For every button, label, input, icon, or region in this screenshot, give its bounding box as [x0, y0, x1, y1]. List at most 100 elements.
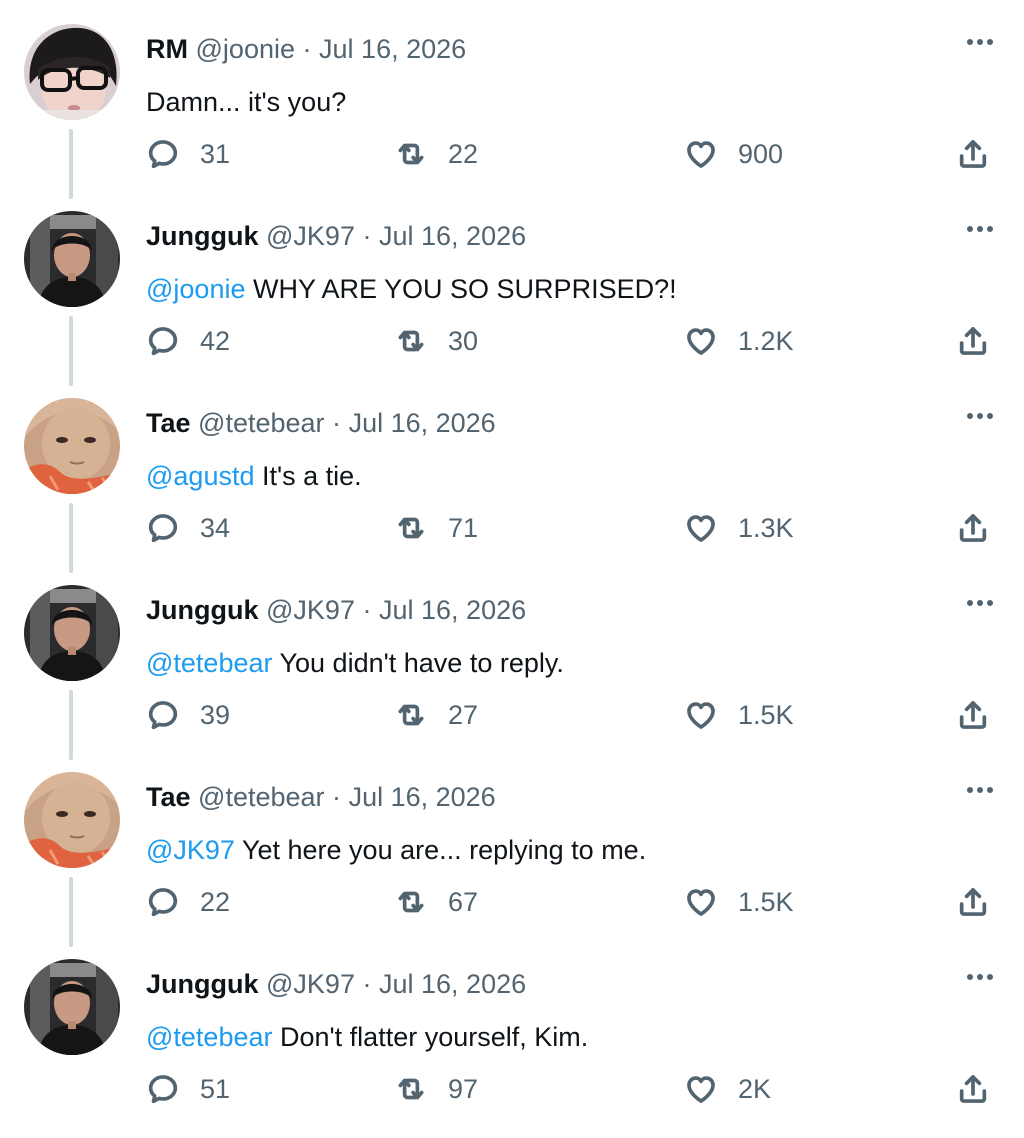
share-button[interactable] — [956, 510, 990, 546]
retweet-count: 22 — [448, 139, 479, 169]
like-button[interactable]: 2K — [684, 1071, 771, 1107]
tweet-actions: 51 97 2K — [146, 1059, 1006, 1119]
tweet[interactable]: Tae @tetebear · Jul 16, 2026 @agustd It'… — [0, 374, 1024, 573]
reply-count: 22 — [200, 887, 231, 917]
tweet-date[interactable]: Jul 16, 2026 — [379, 221, 526, 251]
user-handle[interactable]: @JK97 — [266, 595, 355, 625]
share-button[interactable] — [956, 323, 990, 359]
separator-dot: · — [362, 595, 372, 625]
tweet-body-text: It's a tie. — [254, 461, 362, 491]
mention-link[interactable]: @tetebear — [146, 648, 272, 678]
user-handle[interactable]: @joonie — [196, 34, 295, 64]
tweet-text: @tetebear You didn't have to reply. — [146, 645, 564, 681]
display-name[interactable]: Tae — [146, 782, 191, 812]
mention-link[interactable]: @tetebear — [146, 1022, 272, 1052]
tweet-date[interactable]: Jul 16, 2026 — [349, 782, 496, 812]
share-button[interactable] — [956, 1071, 990, 1107]
tweet-body-text: Yet here you are... replying to me. — [234, 835, 647, 865]
avatar[interactable] — [24, 585, 120, 681]
tweet[interactable]: Jungguk @JK97 · Jul 16, 2026 @tetebear D… — [0, 935, 1024, 1122]
user-handle[interactable]: @JK97 — [266, 969, 355, 999]
avatar[interactable] — [24, 398, 120, 494]
tweet-header: Tae @tetebear · Jul 16, 2026 — [146, 406, 496, 440]
mention-link[interactable]: @JK97 — [146, 835, 235, 865]
more-horizontal-icon[interactable] — [962, 589, 998, 617]
more-horizontal-icon[interactable] — [962, 963, 998, 991]
heart-icon — [684, 1072, 718, 1106]
heart-icon — [684, 511, 718, 545]
tweet-text: @tetebear Don't flatter yourself, Kim. — [146, 1019, 588, 1055]
reply-button[interactable]: 51 — [146, 1071, 230, 1107]
more-horizontal-icon[interactable] — [962, 402, 998, 430]
retweet-button[interactable]: 22 — [394, 136, 478, 172]
retweet-button[interactable]: 27 — [394, 697, 478, 733]
more-horizontal-icon[interactable] — [962, 215, 998, 243]
reply-button[interactable]: 39 — [146, 697, 230, 733]
share-upload-icon — [956, 137, 990, 171]
user-handle[interactable]: @JK97 — [266, 221, 355, 251]
display-name[interactable]: Tae — [146, 408, 191, 438]
reply-button[interactable]: 42 — [146, 323, 230, 359]
more-horizontal-icon[interactable] — [962, 776, 998, 804]
share-upload-icon — [956, 1072, 990, 1106]
retweet-icon — [394, 698, 428, 732]
retweet-icon — [394, 324, 428, 358]
like-count: 900 — [738, 139, 784, 169]
display-name[interactable]: Jungguk — [146, 221, 259, 251]
tweet[interactable]: Jungguk @JK97 · Jul 16, 2026 @joonie WHY… — [0, 187, 1024, 386]
tweet-text: @joonie WHY ARE YOU SO SURPRISED?! — [146, 271, 677, 307]
tweet-date[interactable]: Jul 16, 2026 — [379, 595, 526, 625]
reply-bubble-icon — [146, 137, 180, 171]
reply-button[interactable]: 31 — [146, 136, 230, 172]
reply-count: 42 — [200, 326, 231, 356]
display-name[interactable]: Jungguk — [146, 969, 259, 999]
tweet-body-text: WHY ARE YOU SO SURPRISED?! — [245, 274, 677, 304]
avatar[interactable] — [24, 959, 120, 1055]
heart-icon — [684, 137, 718, 171]
retweet-count: 71 — [448, 513, 479, 543]
like-count: 1.3K — [738, 513, 794, 543]
separator-dot: · — [362, 221, 372, 251]
tweet[interactable]: Jungguk @JK97 · Jul 16, 2026 @tetebear Y… — [0, 561, 1024, 760]
user-handle[interactable]: @tetebear — [198, 408, 324, 438]
like-button[interactable]: 900 — [684, 136, 783, 172]
tweet-date[interactable]: Jul 16, 2026 — [349, 408, 496, 438]
tweet[interactable]: Tae @tetebear · Jul 16, 2026 @JK97 Yet h… — [0, 748, 1024, 947]
display-name[interactable]: Jungguk — [146, 595, 259, 625]
tweet[interactable]: RM @joonie · Jul 16, 2026 Damn... it's y… — [0, 0, 1024, 199]
retweet-button[interactable]: 97 — [394, 1071, 478, 1107]
more-horizontal-icon[interactable] — [962, 28, 998, 56]
like-button[interactable]: 1.3K — [684, 510, 794, 546]
tweet-actions: 39 27 1.5K — [146, 685, 1006, 745]
like-button[interactable]: 1.5K — [684, 884, 794, 920]
tweet-date[interactable]: Jul 16, 2026 — [379, 969, 526, 999]
tweet-body-text: You didn't have to reply. — [272, 648, 564, 678]
retweet-count: 97 — [448, 1074, 479, 1104]
retweet-button[interactable]: 67 — [394, 884, 478, 920]
avatar[interactable] — [24, 24, 120, 120]
tweet-header: Tae @tetebear · Jul 16, 2026 — [146, 780, 496, 814]
share-upload-icon — [956, 324, 990, 358]
mention-link[interactable]: @agustd — [146, 461, 254, 491]
avatar[interactable] — [24, 211, 120, 307]
share-upload-icon — [956, 698, 990, 732]
tweet-date[interactable]: Jul 16, 2026 — [319, 34, 466, 64]
like-button[interactable]: 1.2K — [684, 323, 794, 359]
retweet-button[interactable]: 30 — [394, 323, 478, 359]
user-handle[interactable]: @tetebear — [198, 782, 324, 812]
retweet-count: 27 — [448, 700, 479, 730]
reply-button[interactable]: 22 — [146, 884, 230, 920]
tweet-actions: 22 67 1.5K — [146, 872, 1006, 932]
share-button[interactable] — [956, 697, 990, 733]
avatar[interactable] — [24, 772, 120, 868]
retweet-button[interactable]: 71 — [394, 510, 478, 546]
like-button[interactable]: 1.5K — [684, 697, 794, 733]
tweet-header: Jungguk @JK97 · Jul 16, 2026 — [146, 219, 526, 253]
like-count: 1.2K — [738, 326, 794, 356]
mention-link[interactable]: @joonie — [146, 274, 245, 304]
display-name[interactable]: RM — [146, 34, 188, 64]
share-button[interactable] — [956, 136, 990, 172]
tweet-header: Jungguk @JK97 · Jul 16, 2026 — [146, 967, 526, 1001]
share-button[interactable] — [956, 884, 990, 920]
reply-button[interactable]: 34 — [146, 510, 230, 546]
